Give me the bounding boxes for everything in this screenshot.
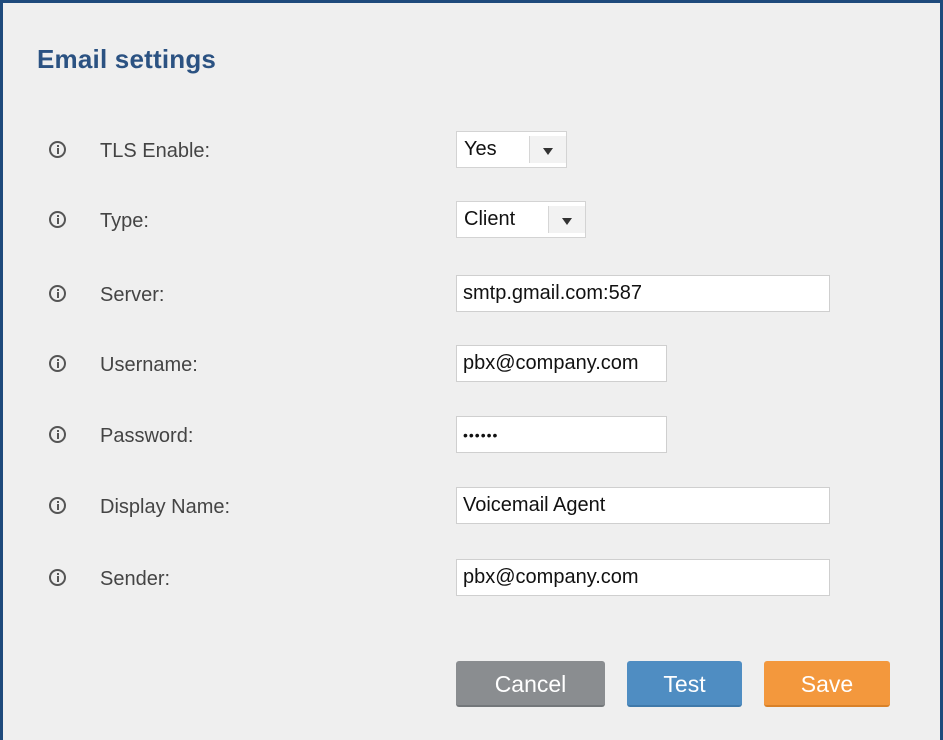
info-icon[interactable] (49, 497, 66, 514)
email-settings-panel: Email settings TLS Enable: Yes Type: Cli… (0, 0, 943, 740)
save-button[interactable]: Save (764, 661, 890, 707)
username-label: Username: (100, 354, 198, 376)
password-input[interactable] (456, 416, 667, 453)
tls-enable-label: TLS Enable: (100, 140, 211, 162)
username-row: Username: (3, 345, 940, 385)
cancel-button[interactable]: Cancel (456, 661, 605, 707)
test-button[interactable]: Test (627, 661, 742, 707)
type-row: Type: Client (3, 201, 940, 241)
password-row: Password: (3, 416, 940, 456)
sender-row: Sender: (3, 559, 940, 599)
info-icon[interactable] (49, 211, 66, 228)
page-title: Email settings (37, 44, 217, 74)
server-label: Server: (100, 284, 165, 306)
display-name-input[interactable] (456, 487, 830, 524)
info-icon[interactable] (49, 569, 66, 586)
info-icon[interactable] (49, 426, 66, 443)
chevron-down-icon[interactable] (548, 206, 585, 233)
display-name-label: Display Name: (100, 496, 231, 518)
type-value: Client (464, 208, 516, 230)
info-icon[interactable] (49, 285, 66, 302)
chevron-down-icon[interactable] (529, 136, 566, 163)
info-icon[interactable] (49, 355, 66, 372)
sender-label: Sender: (100, 568, 171, 590)
display-name-row: Display Name: (3, 487, 940, 527)
tls-enable-row: TLS Enable: Yes (3, 131, 940, 171)
tls-enable-value: Yes (464, 138, 497, 160)
server-input[interactable] (456, 275, 830, 312)
username-input[interactable] (456, 345, 667, 382)
tls-enable-select[interactable]: Yes (456, 131, 567, 168)
type-label: Type: (100, 210, 149, 232)
sender-input[interactable] (456, 559, 830, 596)
info-icon[interactable] (49, 141, 66, 158)
server-row: Server: (3, 275, 940, 315)
password-label: Password: (100, 425, 194, 447)
type-select[interactable]: Client (456, 201, 586, 238)
